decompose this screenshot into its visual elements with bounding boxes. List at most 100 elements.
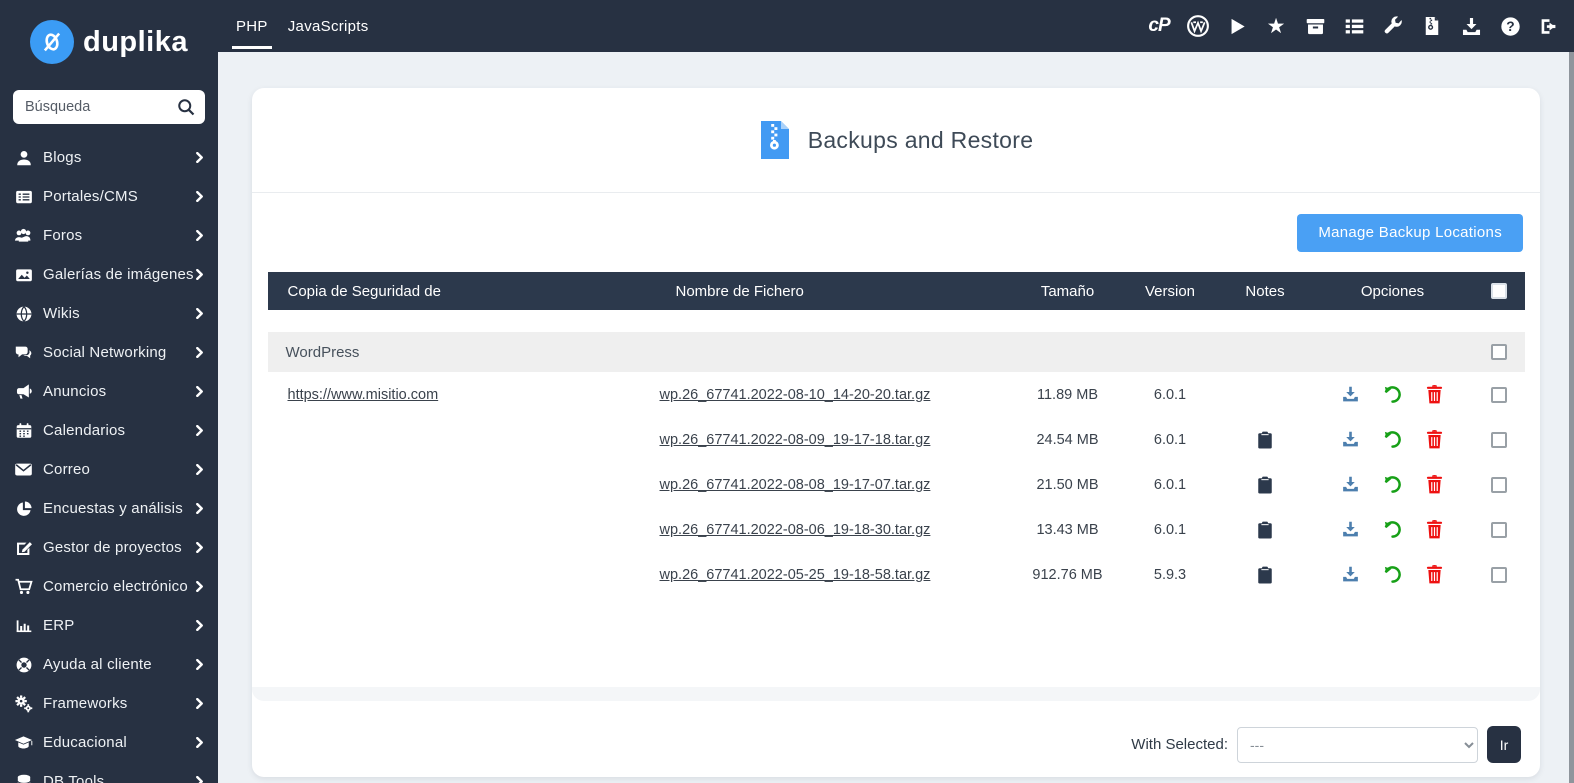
life-ring-icon — [14, 655, 33, 674]
restore-backup-icon[interactable] — [1383, 430, 1403, 450]
topbar: PHP JavaScripts cP ★ ? — [218, 0, 1574, 52]
backup-file-link[interactable]: wp.26_67741.2022-05-25_19-18-58.tar.gz — [660, 567, 931, 583]
topbar-icons: cP ★ ? — [1144, 9, 1564, 43]
restore-backup-icon[interactable] — [1383, 385, 1403, 405]
zip-file-icon — [759, 120, 791, 160]
row-checkbox[interactable] — [1491, 567, 1507, 583]
tab-php[interactable]: PHP — [232, 3, 272, 49]
delete-backup-icon[interactable] — [1425, 430, 1445, 450]
group-checkbox[interactable] — [1491, 344, 1507, 360]
envelope-icon — [14, 460, 33, 479]
chevron-right-icon — [194, 464, 205, 475]
note-icon[interactable] — [1255, 475, 1275, 495]
help-icon[interactable]: ? — [1495, 9, 1525, 43]
backup-file-link[interactable]: wp.26_67741.2022-08-10_14-20-20.tar.gz — [660, 387, 931, 403]
chevron-right-icon — [194, 581, 205, 592]
backup-size: 24.54 MB — [1013, 432, 1123, 448]
row-checkbox[interactable] — [1491, 387, 1507, 403]
list-icon[interactable] — [1339, 9, 1369, 43]
chevron-right-icon — [194, 737, 205, 748]
sidebar-item-wikis[interactable]: Wikis — [0, 294, 218, 333]
backup-size: 21.50 MB — [1013, 477, 1123, 493]
download-backup-icon[interactable] — [1341, 520, 1361, 540]
star-icon[interactable]: ★ — [1261, 9, 1291, 43]
delete-backup-icon[interactable] — [1425, 520, 1445, 540]
vertical-scrollbar[interactable] — [1569, 52, 1574, 783]
row-checkbox[interactable] — [1491, 477, 1507, 493]
chevron-right-icon — [194, 542, 205, 553]
cart-icon — [14, 577, 33, 596]
restore-backup-icon[interactable] — [1383, 565, 1403, 585]
sidebar-item-db-tools[interactable]: DB Tools — [0, 762, 218, 783]
delete-backup-icon[interactable] — [1425, 565, 1445, 585]
row-checkbox[interactable] — [1491, 522, 1507, 538]
actions-row: Manage Backup Locations — [252, 193, 1540, 272]
sidebar-item-anuncios[interactable]: Anuncios — [0, 372, 218, 411]
edit-icon — [14, 538, 33, 557]
download-backup-icon[interactable] — [1341, 385, 1361, 405]
sidebar-item-calendarios[interactable]: Calendarios — [0, 411, 218, 450]
backups-table: Copia de Seguridad de Nombre de Fichero … — [268, 272, 1525, 687]
restore-backup-icon[interactable] — [1383, 475, 1403, 495]
sidebar-item-social-networking[interactable]: Social Networking — [0, 333, 218, 372]
sidebar-item-blogs[interactable]: Blogs — [0, 138, 218, 177]
backup-file-link[interactable]: wp.26_67741.2022-08-09_19-17-18.tar.gz — [660, 432, 931, 448]
sidebar-item-comercio[interactable]: Comercio electrónico — [0, 567, 218, 606]
tab-javascripts[interactable]: JavaScripts — [284, 3, 373, 49]
chevron-right-icon — [194, 269, 205, 280]
backup-version: 6.0.1 — [1123, 477, 1218, 493]
group-row-wordpress: WordPress — [268, 332, 1525, 372]
site-link[interactable]: https://www.misitio.com — [288, 387, 439, 403]
download-icon[interactable] — [1456, 9, 1486, 43]
sidebar-item-correo[interactable]: Correo — [0, 450, 218, 489]
note-icon[interactable] — [1255, 520, 1275, 540]
manage-backup-locations-button[interactable]: Manage Backup Locations — [1297, 214, 1523, 252]
delete-backup-icon[interactable] — [1425, 385, 1445, 405]
note-icon[interactable] — [1255, 565, 1275, 585]
table-row: wp.26_67741.2022-08-09_19-17-18.tar.gz 2… — [268, 417, 1525, 462]
wrench-icon[interactable] — [1378, 9, 1408, 43]
pie-chart-icon — [14, 499, 33, 518]
backup-version: 5.9.3 — [1123, 567, 1218, 583]
sidebar-item-ayuda[interactable]: Ayuda al cliente — [0, 645, 218, 684]
sidebar-item-erp[interactable]: ERP — [0, 606, 218, 645]
download-backup-icon[interactable] — [1341, 565, 1361, 585]
note-icon[interactable] — [1255, 430, 1275, 450]
chevron-right-icon — [194, 230, 205, 241]
header-backup-of: Copia de Seguridad de — [268, 283, 643, 300]
row-checkbox[interactable] — [1491, 432, 1507, 448]
select-all-checkbox[interactable] — [1491, 283, 1507, 299]
backup-size: 912.76 MB — [1013, 567, 1123, 583]
sidebar-item-encuestas[interactable]: Encuestas y análisis — [0, 489, 218, 528]
backup-size: 13.43 MB — [1013, 522, 1123, 538]
wordpress-icon[interactable] — [1183, 9, 1213, 43]
sidebar-item-frameworks[interactable]: Frameworks — [0, 684, 218, 723]
chevron-right-icon — [194, 425, 205, 436]
backup-file-link[interactable]: wp.26_67741.2022-08-06_19-18-30.tar.gz — [660, 522, 931, 538]
cpanel-icon[interactable]: cP — [1144, 9, 1174, 43]
logout-icon[interactable] — [1534, 9, 1564, 43]
download-backup-icon[interactable] — [1341, 430, 1361, 450]
zip-icon[interactable] — [1417, 9, 1447, 43]
search-icon[interactable] — [176, 97, 196, 117]
restore-backup-icon[interactable] — [1383, 520, 1403, 540]
svg-text:?: ? — [1506, 19, 1514, 34]
play-icon[interactable] — [1222, 9, 1252, 43]
header-options: Opciones — [1313, 283, 1473, 300]
download-backup-icon[interactable] — [1341, 475, 1361, 495]
sidebar-item-galerias[interactable]: Galerías de imágenes — [0, 255, 218, 294]
backup-size: 11.89 MB — [1013, 387, 1123, 403]
with-selected-dropdown[interactable]: --- — [1237, 727, 1478, 763]
sidebar-item-gestor-proyectos[interactable]: Gestor de proyectos — [0, 528, 218, 567]
delete-backup-icon[interactable] — [1425, 475, 1445, 495]
sidebar-nav: Blogs Portales/CMS Foros Galerías de imá… — [0, 138, 218, 783]
group-label: WordPress — [268, 344, 643, 361]
header-version: Version — [1123, 283, 1218, 300]
archive-icon[interactable] — [1300, 9, 1330, 43]
go-button[interactable]: Ir — [1487, 726, 1521, 763]
logo[interactable]: duplika — [0, 0, 218, 82]
sidebar-item-educacional[interactable]: Educacional — [0, 723, 218, 762]
backup-file-link[interactable]: wp.26_67741.2022-08-08_19-17-07.tar.gz — [660, 477, 931, 493]
sidebar-item-foros[interactable]: Foros — [0, 216, 218, 255]
sidebar-item-portales-cms[interactable]: Portales/CMS — [0, 177, 218, 216]
